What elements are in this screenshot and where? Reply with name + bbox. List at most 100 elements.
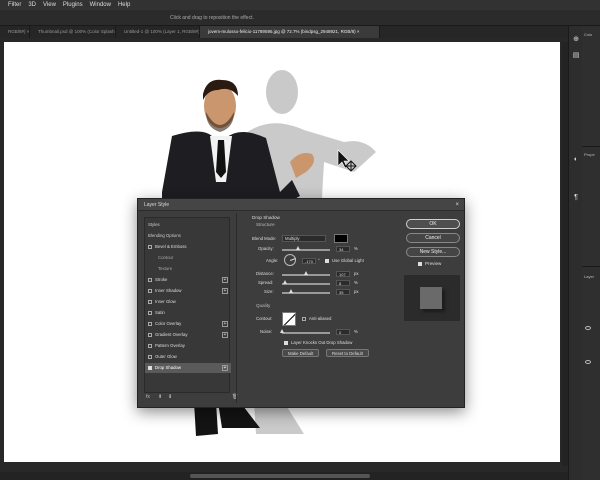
distance-unit: px	[354, 271, 359, 276]
scroll-thumb[interactable]	[190, 474, 370, 478]
properties-icon[interactable]: ⊕	[572, 36, 580, 44]
divider	[236, 213, 237, 403]
adjustments-icon[interactable]: ◐	[572, 156, 580, 164]
close-icon[interactable]: ×	[455, 199, 459, 211]
add-effect-icon[interactable]: +	[222, 277, 228, 283]
add-effect-icon[interactable]: +	[222, 332, 228, 338]
menu-bar: Filter 3D View Plugins Window Help	[0, 0, 600, 10]
doc-tab[interactable]: RGB/8#) ×	[0, 26, 30, 38]
style-item[interactable]: Drop Shadow +	[145, 363, 231, 373]
menu-help[interactable]: Help	[118, 0, 130, 10]
style-item[interactable]: Outer Glow	[145, 352, 231, 362]
reset-to-default-button[interactable]: Reset to Default	[326, 349, 369, 357]
drop-shadow-settings: Drop Shadow Structure Blend Mode: Multip…	[252, 215, 412, 365]
move-down-icon[interactable]: ⬇	[168, 394, 172, 400]
distance-knob[interactable]	[303, 271, 308, 275]
anti-aliased-row: Anti-aliased	[302, 315, 331, 323]
angle-dial[interactable]	[284, 254, 296, 266]
style-item-checkbox[interactable]	[148, 343, 152, 348]
style-item-label: Color Overlay	[155, 321, 182, 326]
anti-aliased-label: Anti-aliased	[309, 316, 332, 321]
style-item-checkbox[interactable]	[148, 288, 152, 293]
style-item[interactable]: Satin	[145, 308, 231, 318]
styles-header[interactable]: Styles	[145, 220, 231, 230]
style-item-checkbox[interactable]	[148, 299, 152, 304]
add-effect-icon[interactable]: +	[222, 365, 228, 371]
layers-panel-title[interactable]: Layer	[584, 274, 594, 279]
style-item-checkbox[interactable]	[148, 277, 152, 282]
anti-aliased-checkbox[interactable]	[302, 316, 306, 321]
noise-knob[interactable]	[279, 329, 284, 333]
contour-picker[interactable]	[282, 312, 296, 326]
history-icon[interactable]: ▤	[572, 52, 580, 60]
menu-3d[interactable]: 3D	[28, 0, 36, 10]
knocks-out-checkbox[interactable]	[284, 340, 288, 345]
spread-knob[interactable]	[283, 280, 288, 284]
style-item[interactable]: Inner Shadow +	[145, 286, 231, 296]
style-item[interactable]: Texture	[145, 264, 231, 274]
styles-footer: fx ⬆ ⬇ 🗑	[144, 393, 240, 403]
style-item[interactable]: Contour	[145, 253, 231, 263]
style-item-checkbox[interactable]	[148, 332, 152, 337]
new-style-button[interactable]: New Style...	[406, 247, 460, 257]
opacity-label: Opacity:	[258, 246, 274, 251]
blending-options[interactable]: Blending Options	[145, 231, 231, 241]
move-up-icon[interactable]: ⬆	[158, 394, 162, 400]
menu-view[interactable]: View	[43, 0, 56, 10]
menu-plugins[interactable]: Plugins	[63, 0, 83, 10]
spread-unit: %	[354, 280, 358, 285]
style-item[interactable]: Pattern Overlay	[145, 341, 231, 351]
style-item[interactable]: Color Overlay +	[145, 319, 231, 329]
opacity-value[interactable]: 34	[336, 246, 350, 252]
spread-slider[interactable]	[282, 283, 330, 285]
style-item[interactable]: Inner Glow	[145, 297, 231, 307]
opacity-slider[interactable]	[282, 249, 330, 251]
style-item-checkbox[interactable]	[148, 321, 152, 326]
layer-visibility-icon[interactable]	[585, 326, 591, 330]
menu-filter[interactable]: Filter	[8, 0, 21, 10]
ok-button[interactable]: OK	[406, 219, 460, 229]
style-item-checkbox[interactable]	[148, 365, 152, 370]
add-effect-icon[interactable]: +	[222, 288, 228, 294]
horizontal-scrollbar[interactable]	[0, 472, 570, 480]
quality-title: Quality	[256, 303, 271, 308]
doc-tab[interactable]: Untitled-1 @ 100% (Layer 1, RGB/8#) ×	[116, 26, 200, 38]
cancel-button[interactable]: Cancel	[406, 233, 460, 243]
distance-value[interactable]: 107	[336, 271, 350, 277]
style-item[interactable]: Bevel & Emboss	[145, 242, 231, 252]
angle-value[interactable]: -170	[302, 258, 316, 264]
blend-mode-select[interactable]: Multiply	[282, 235, 326, 242]
style-item-checkbox[interactable]	[148, 310, 152, 315]
section-title: Drop Shadow	[252, 215, 280, 220]
style-item-label: Satin	[155, 310, 165, 315]
opacity-row: Opacity: 34 %	[252, 245, 412, 253]
panel-icon-strip: ⊕ ▤ ◐ ¶	[568, 26, 582, 480]
use-global-light-label: Use Global Light	[332, 258, 364, 263]
size-knob[interactable]	[289, 289, 294, 293]
angle-label: Angle:	[266, 258, 279, 263]
preview-checkbox[interactable]	[418, 261, 422, 266]
options-bar: Click and drag to reposition the effect.	[0, 10, 600, 26]
doc-tab-active[interactable]: jovem-mulosso-felicio-11789595.jpg @ 72.…	[200, 26, 380, 38]
properties-panel-title[interactable]: Prope	[584, 152, 595, 157]
color-panel-title[interactable]: Colo	[584, 32, 592, 37]
paragraph-icon[interactable]: ¶	[572, 194, 580, 202]
make-default-button[interactable]: Make Default	[282, 349, 320, 357]
add-effect-icon[interactable]: +	[222, 321, 228, 327]
spread-value[interactable]: 8	[336, 280, 350, 286]
style-item-checkbox[interactable]	[148, 354, 152, 359]
layer-visibility-icon[interactable]	[585, 360, 591, 364]
shadow-color-swatch[interactable]	[334, 234, 348, 243]
opacity-knob[interactable]	[295, 246, 300, 250]
size-value[interactable]: 35	[336, 289, 350, 295]
noise-slider[interactable]	[282, 332, 330, 334]
knocks-out-label: Layer Knocks Out Drop Shadow	[291, 340, 353, 345]
use-global-light-checkbox[interactable]	[325, 258, 329, 263]
fx-icon[interactable]: fx	[146, 394, 150, 400]
noise-value[interactable]: 0	[336, 329, 350, 335]
style-item[interactable]: Gradient Overlay +	[145, 330, 231, 340]
style-item[interactable]: Stroke +	[145, 275, 231, 285]
doc-tab[interactable]: Thumbnail.psd @ 100% (Color Splash, RGB/…	[30, 26, 116, 38]
style-item-checkbox[interactable]	[148, 244, 152, 249]
menu-window[interactable]: Window	[90, 0, 111, 10]
